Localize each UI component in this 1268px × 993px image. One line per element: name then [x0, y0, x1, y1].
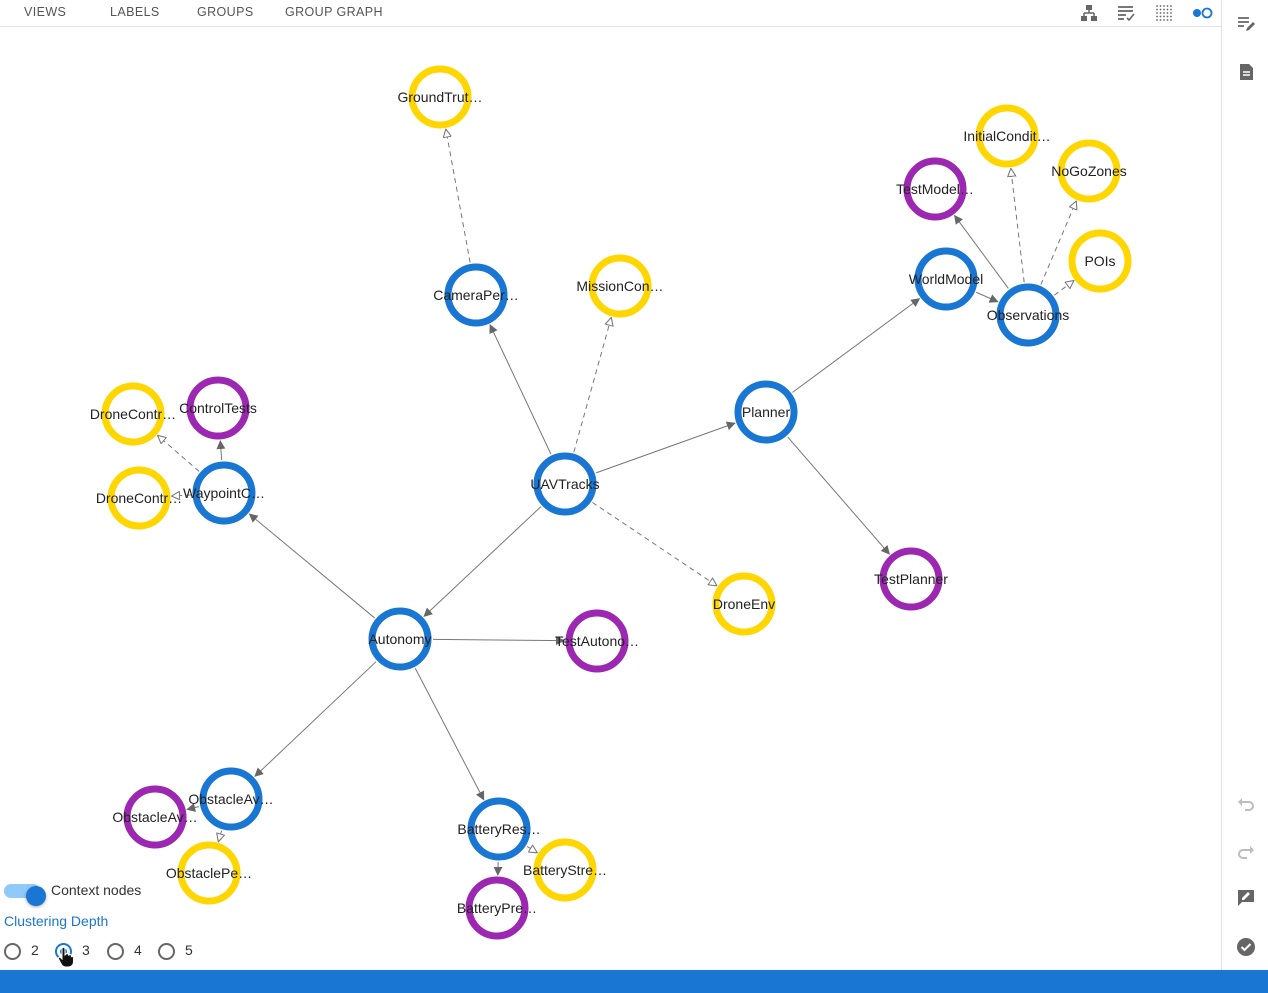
edge-autonomy-waypoint[interactable] — [248, 513, 375, 619]
node-label: DroneEnv — [713, 596, 775, 612]
node-label: MissionCon… — [576, 278, 663, 294]
depth-label-2: 2 — [31, 942, 39, 958]
graph-node-testmodel[interactable]: TestModel… — [896, 157, 974, 221]
graph-node-dronecontr2[interactable]: DroneContr… — [96, 466, 182, 530]
clustering-depth-label: Clustering Depth — [4, 913, 109, 929]
graph-node-nogozones[interactable]: NoGoZones — [1051, 139, 1127, 203]
hierarchy-icon[interactable] — [1079, 3, 1099, 23]
depth-label-3: 3 — [82, 942, 90, 958]
edge-uav-droneenv[interactable] — [592, 501, 716, 585]
node-label: Observations — [987, 307, 1069, 323]
toggle-knob[interactable] — [26, 886, 46, 906]
redo-icon[interactable] — [1235, 841, 1257, 863]
edge-autonomy-obstacleav[interactable] — [254, 661, 377, 777]
tab-views[interactable]: VIEWS — [24, 5, 66, 19]
graph-node-batteryres[interactable]: BatteryRes… — [457, 797, 541, 861]
list-check-icon[interactable] — [1116, 3, 1136, 23]
edge-uav-camera[interactable] — [489, 324, 552, 455]
depth-radio-5[interactable] — [158, 943, 175, 960]
depth-label-4: 4 — [134, 942, 142, 958]
edge-uav-mission[interactable] — [573, 318, 611, 453]
graph-node-batterystre[interactable]: BatteryStre… — [523, 838, 607, 902]
edit-list-icon[interactable] — [1235, 13, 1257, 35]
node-label: WorldModel — [909, 271, 983, 287]
node-label: ControlTests — [179, 400, 257, 416]
graph-node-testautono[interactable]: TestAutono… — [555, 609, 639, 673]
graph-node-controltests[interactable]: ControlTests — [179, 376, 257, 440]
node-label: TestModel… — [896, 181, 974, 197]
node-label: TestAutono… — [555, 633, 639, 649]
node-label: Planner — [742, 404, 791, 420]
tab-groups[interactable]: GROUPS — [197, 5, 254, 19]
depth-radio-4[interactable] — [107, 943, 124, 960]
node-label: UAVTracks — [530, 476, 599, 492]
dot-grid-icon[interactable] — [1154, 3, 1174, 23]
graph-node-batterypre[interactable]: BatteryPre… — [457, 876, 537, 940]
edge-waypoint-dronecontr1[interactable] — [158, 436, 200, 472]
edge-observations-initialcond[interactable] — [1011, 169, 1025, 283]
graph-node-waypoint[interactable]: WaypointC… — [183, 461, 265, 525]
edge-waypoint-controltests[interactable] — [216, 440, 226, 461]
edge-planner-testplanner[interactable] — [787, 436, 890, 555]
node-label: ObstacleAv… — [112, 809, 197, 825]
depth-label-5: 5 — [185, 942, 193, 958]
document-icon[interactable] — [1235, 61, 1257, 83]
graph-node-obstacleav2[interactable]: ObstacleAv… — [112, 785, 198, 849]
check-circle-icon[interactable] — [1235, 936, 1257, 958]
edge-autonomy-batteryres[interactable] — [414, 668, 485, 801]
graph-node-initialcond[interactable]: InitialCondit… — [963, 104, 1051, 168]
status-bar — [0, 970, 1268, 993]
context-nodes-toggle[interactable] — [4, 884, 46, 906]
graph-node-pois[interactable]: POIs — [1068, 229, 1132, 293]
graph-node-camera[interactable]: CameraPer… — [433, 263, 519, 327]
depth-radio-2[interactable] — [4, 943, 21, 960]
node-label: BatteryPre… — [457, 900, 537, 916]
edge-worldmodel-observations[interactable] — [976, 291, 999, 303]
right-sidebar — [1221, 0, 1268, 970]
node-label: DroneContr… — [90, 406, 176, 422]
node-label: TestPlanner — [874, 571, 948, 587]
hand-cursor-icon — [57, 946, 75, 968]
graph-node-ground[interactable]: GroundTrut… — [397, 65, 483, 129]
node-label: ObstacleAv… — [188, 791, 273, 807]
node-label: InitialCondit… — [963, 128, 1050, 144]
edge-autonomy-testautono[interactable] — [432, 636, 565, 646]
graph-node-observations[interactable]: Observations — [987, 283, 1069, 347]
node-label: Autonomy — [368, 631, 431, 647]
graph-node-worldmodel[interactable]: WorldModel — [909, 247, 983, 311]
edge-obstacleav-obstaclepe[interactable] — [218, 830, 221, 842]
node-label: WaypointC… — [183, 485, 265, 501]
edge-observations-pois[interactable] — [1054, 281, 1073, 296]
graph-node-uav[interactable]: UAVTracks — [530, 452, 600, 516]
top-toolbar: VIEWS LABELS GROUPS GROUP GRAPH — [0, 0, 1221, 27]
node-label: CameraPer… — [433, 287, 519, 303]
graph-node-testplanner[interactable]: TestPlanner — [874, 547, 948, 611]
edge-uav-autonomy[interactable] — [423, 506, 542, 618]
node-label: GroundTrut… — [397, 89, 482, 105]
tab-labels[interactable]: LABELS — [110, 5, 160, 19]
graph-node-obstacleav[interactable]: ObstacleAv… — [188, 767, 274, 831]
edge-uav-planner[interactable] — [595, 421, 736, 474]
node-label: BatteryRes… — [457, 821, 540, 837]
node-toggle-icon[interactable] — [1191, 3, 1215, 23]
graph-controls: Context nodes Clustering Depth 2 3 4 5 — [0, 878, 260, 968]
edge-planner-worldmodel[interactable] — [792, 298, 921, 393]
graph-node-mission[interactable]: MissionCon… — [576, 254, 664, 318]
feedback-icon[interactable] — [1235, 887, 1257, 909]
node-label: POIs — [1084, 253, 1115, 269]
dependency-graph-canvas[interactable]: UAVTracks Planner Autonomy CameraPer… Missio… — [0, 27, 1221, 970]
edge-camera-ground[interactable] — [446, 129, 471, 263]
graph-node-planner[interactable]: Planner — [734, 380, 798, 444]
node-label: DroneContr… — [96, 490, 182, 506]
undo-icon[interactable] — [1235, 793, 1257, 815]
context-nodes-label: Context nodes — [51, 882, 142, 898]
tab-group-graph[interactable]: GROUP GRAPH — [285, 5, 383, 19]
edge-batteryres-batterystre[interactable] — [526, 846, 537, 852]
node-label: NoGoZones — [1051, 163, 1126, 179]
graph-node-droneenv[interactable]: DroneEnv — [712, 572, 776, 636]
graph-node-autonomy[interactable]: Autonomy — [368, 607, 432, 671]
node-label: BatteryStre… — [523, 862, 607, 878]
graph-node-dronecontr1[interactable]: DroneContr… — [90, 382, 176, 446]
